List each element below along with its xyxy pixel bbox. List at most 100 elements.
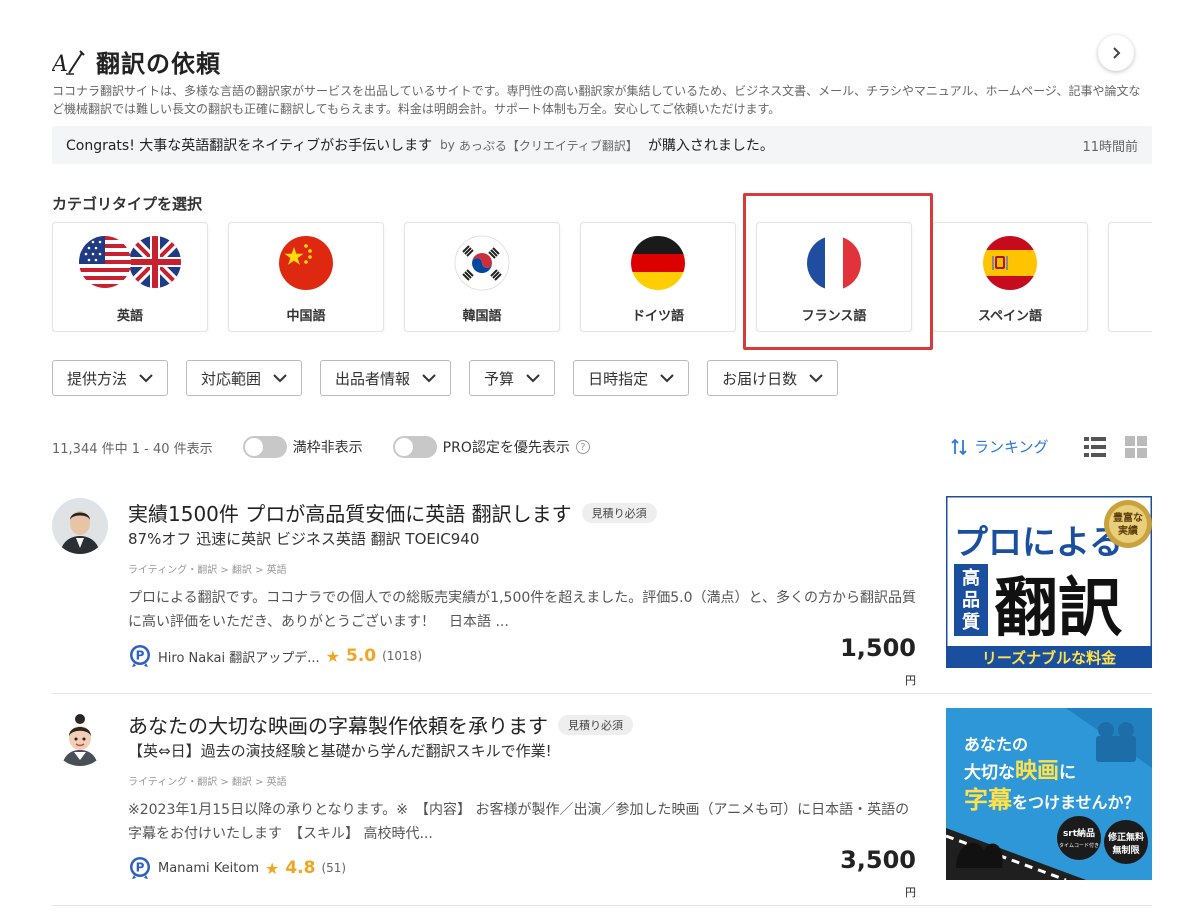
svg-text:P: P: [136, 649, 145, 663]
listing-subtitle: 87%オフ 迅速に英訳 ビジネス英語 翻訳 TOEIC940: [128, 530, 480, 548]
listing-thumbnail[interactable]: あなたの 大切な映画に 字幕をつけませんか？ srt納品 タイムコード付き 修正…: [946, 708, 1152, 880]
listing-title[interactable]: あなたの大切な映画の字幕製作依頼を承ります: [128, 710, 548, 739]
result-count: 11,344 件中 1 - 40 件表示: [52, 441, 213, 457]
seller-avatar-icon: [52, 498, 108, 554]
listing-breadcrumb[interactable]: ライティング・翻訳 > 翻訳 > 英語: [128, 561, 287, 576]
listing-thumbnail[interactable]: プロによる 豊富な 実績 高 品 質 翻訳 リーズナブルな料金: [946, 496, 1152, 668]
grid-view-icon[interactable]: [1124, 435, 1148, 459]
rating-value: 5.0: [345, 646, 377, 666]
filter-bar: 提供方法 対応範囲 出品者情報 予算 日時指定 お届け日数: [52, 360, 839, 396]
category-card-spanish[interactable]: スペイン語: [932, 222, 1088, 332]
thumb-vertical-2: 品: [962, 590, 980, 611]
notification-message[interactable]: Congrats! 大事な英語翻訳をネイティブがお手伝いします: [66, 135, 432, 155]
category-carousel: 英語 中国語 韓国語 ドイツ語 フランス語 スペイン語: [52, 222, 1152, 332]
thumb-big: 翻訳: [994, 572, 1123, 646]
thumb-badge2: 実績: [1118, 524, 1138, 537]
service-listing[interactable]: 実績1500件 プロが高品質安価に英語 翻訳します 見積り必須 87%オフ 迅速…: [52, 494, 1152, 694]
ranking-sort-button[interactable]: ランキング: [950, 436, 1049, 457]
category-card-german[interactable]: ドイツ語: [580, 222, 736, 332]
listing-description: プロによる翻訳です。ココナラでの個人での総販売実績が1,500件を超えました。評…: [128, 590, 916, 630]
star-icon: ★: [325, 646, 340, 666]
filter-label: お届け日数: [722, 369, 798, 388]
thumb-footer: リーズナブルな料金: [982, 649, 1117, 667]
listing-seller: P Hiro Nakai 翻訳アップデ... ★ 5.0 (1018): [128, 644, 422, 668]
star-icon: ★: [265, 858, 280, 878]
filter-budget[interactable]: 予算: [469, 360, 556, 396]
price-value: 3,500: [840, 846, 916, 874]
service-listing[interactable]: あなたの大切な映画の字幕製作依頼を承ります 見積り必須 【英⇔日】過去の演技経験…: [52, 706, 1152, 906]
category-label: 中国語: [286, 309, 326, 324]
category-card-english[interactable]: 英語: [52, 222, 208, 332]
category-heading: カテゴリタイプを選択: [52, 195, 203, 213]
list-view-icon[interactable]: [1083, 435, 1107, 459]
seller-name[interactable]: Hiro Nakai 翻訳アップデ...: [158, 647, 320, 666]
ranking-label: ランキング: [974, 438, 1049, 456]
carousel-next-button[interactable]: [1098, 35, 1134, 71]
thumb-line1: あなたの: [964, 735, 1028, 754]
thumb-tag1b: タイムコード付き: [1059, 842, 1099, 849]
thumb-line2a: 大切な: [964, 762, 1015, 783]
listing-title[interactable]: 実績1500件 プロが高品質安価に英語 翻訳します: [128, 498, 572, 527]
us-uk-flag-icon: [79, 236, 181, 288]
listing-price: 3,500 円: [832, 846, 916, 902]
listing-title-row: あなたの大切な映画の字幕製作依頼を承ります 見積り必須: [128, 710, 633, 739]
category-card-next[interactable]: [1108, 222, 1152, 332]
filter-seller-info[interactable]: 出品者情報: [320, 360, 452, 396]
toggle-hide-full[interactable]: 満枠非表示: [242, 436, 363, 458]
page-description: ココナラ翻訳サイトは、多様な言語の翻訳家がサービスを出品しているサイトです。専門…: [52, 84, 1141, 116]
listing-breadcrumb[interactable]: ライティング・翻訳 > 翻訳 > 英語: [128, 773, 287, 788]
category-card-chinese[interactable]: 中国語: [228, 222, 384, 332]
filter-delivery-days[interactable]: お届け日数: [707, 360, 839, 396]
category-card-french[interactable]: フランス語: [756, 222, 912, 332]
chevron-down-icon: [273, 373, 287, 382]
page-header: A 翻訳の依頼: [52, 44, 221, 79]
help-icon[interactable]: ?: [575, 440, 590, 454]
svg-text:大切な映画に: 大切な映画に: [964, 759, 1076, 784]
seller-name[interactable]: Manami Keitom: [158, 861, 259, 876]
filter-label: 提供方法: [67, 369, 128, 388]
listing-description: ※2023年1月15日以降の承りとなります。※ 【内容】 お客様が製作／出演／参…: [128, 802, 910, 842]
category-card-korean[interactable]: 韓国語: [404, 222, 560, 332]
page-title: 翻訳の依頼: [96, 50, 221, 78]
chevron-down-icon: [526, 373, 540, 382]
korea-flag-icon: [454, 235, 510, 291]
category-label: 英語: [116, 309, 143, 324]
filter-date[interactable]: 日時指定: [573, 360, 690, 396]
listing-price: 1,500 円: [832, 634, 916, 690]
chevron-down-icon: [660, 373, 674, 382]
thumbnail-image: あなたの 大切な映画に 字幕をつけませんか？ srt納品 タイムコード付き 修正…: [946, 708, 1152, 880]
price-unit: 円: [905, 674, 916, 687]
filter-coverage[interactable]: 対応範囲: [186, 360, 303, 396]
thumb-tag2a: 修正無料: [1107, 831, 1144, 843]
filter-label: 予算: [484, 369, 515, 388]
chevron-down-icon: [809, 373, 823, 382]
estimate-badge: 見積り必須: [581, 502, 657, 523]
category-label: フランス語: [801, 309, 867, 324]
avatar[interactable]: [52, 498, 108, 554]
purchase-notification: Congrats! 大事な英語翻訳をネイティブがお手伝いします by あっぷる【…: [52, 126, 1152, 164]
avatar[interactable]: [52, 710, 108, 766]
review-count: (51): [321, 861, 347, 875]
toggle-label: 満枠非表示: [292, 440, 363, 456]
price-value: 1,500: [840, 634, 916, 662]
china-flag-icon: [279, 236, 333, 290]
toggle-switch[interactable]: [392, 436, 437, 458]
toggle-pro-priority[interactable]: PRO認定を優先表示 ?: [392, 436, 590, 458]
notification-seller[interactable]: あっぷる【クリエイティブ翻訳】: [459, 137, 638, 154]
filter-label: 出品者情報: [335, 369, 411, 388]
toggle-switch[interactable]: [242, 436, 287, 458]
sort-icon: [951, 438, 967, 455]
spain-flag-icon: [983, 236, 1037, 290]
chevron-right-icon: [1113, 47, 1121, 59]
thumbnail-image: プロによる 豊富な 実績 高 品 質 翻訳 リーズナブルな料金: [946, 496, 1152, 668]
thumb-tag2b: 無制限: [1112, 844, 1140, 856]
thumb-line3b: をつけませんか？: [1012, 793, 1140, 812]
thumb-vertical-3: 質: [962, 611, 980, 633]
filter-delivery-method[interactable]: 提供方法: [52, 360, 169, 396]
thumb-line3a: 字幕: [964, 786, 1013, 814]
listing-title-row: 実績1500件 プロが高品質安価に英語 翻訳します 見積り必須: [128, 498, 657, 527]
review-count: (1018): [382, 649, 423, 663]
category-label: ドイツ語: [631, 309, 684, 324]
filter-label: 日時指定: [588, 369, 649, 388]
france-flag-icon: [807, 236, 861, 290]
